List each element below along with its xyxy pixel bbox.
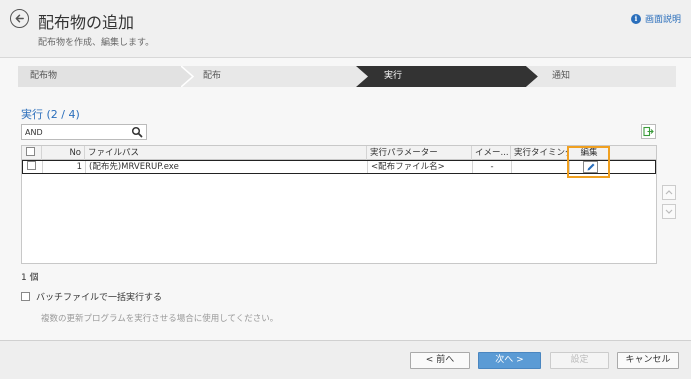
search-icon[interactable] xyxy=(131,126,143,138)
export-button[interactable] xyxy=(641,124,656,139)
column-edit: 編集 xyxy=(580,148,598,158)
step-label: 配布物 xyxy=(30,71,58,81)
execution-table: No ファイルパス 実行パラメーター イメー... 実行タイミング 編集 1 (… xyxy=(21,145,657,264)
item-count: 1 個 xyxy=(21,273,39,283)
row-file-path: (配布先)MRVERUP.exe xyxy=(86,161,368,173)
main-content: 配布物 配布 実行 通知 実行 (2 / 4) No xyxy=(0,58,691,340)
column-image[interactable]: イメー... xyxy=(472,146,511,160)
help-label: 画面説明 xyxy=(644,15,681,25)
step-label: 実行 xyxy=(384,71,403,81)
row-checkbox[interactable] xyxy=(27,161,36,170)
info-icon: i xyxy=(630,13,641,24)
batch-note: 複数の更新プログラムを実行させる場合に使用してください。 xyxy=(41,314,279,324)
export-icon xyxy=(643,126,654,137)
batch-checkbox[interactable] xyxy=(21,292,30,301)
row-checkbox-cell xyxy=(23,161,43,173)
table-header: No ファイルパス 実行パラメーター イメー... 実行タイミング 編集 xyxy=(22,146,656,160)
table-row[interactable]: 1 (配布先)MRVERUP.exe <配布ファイル名> - xyxy=(22,160,656,174)
back-button[interactable] xyxy=(10,9,29,28)
row-exec-params: <配布ファイル名> xyxy=(368,161,473,173)
search-box xyxy=(21,124,147,140)
row-image: - xyxy=(473,161,512,173)
move-down-button[interactable] xyxy=(662,204,676,219)
batch-label: バッチファイルで一括実行する xyxy=(36,293,163,303)
column-exec-params[interactable]: 実行パラメーター xyxy=(367,146,472,160)
page-header: 配布物の追加 配布物を作成、編集します。 i 画面説明 xyxy=(0,0,691,58)
section-title: 実行 (2 / 4) xyxy=(21,108,80,121)
row-exec-timing xyxy=(512,161,570,173)
column-file-path[interactable]: ファイルパス xyxy=(85,146,367,160)
step-notify: 通知 xyxy=(526,66,676,87)
back-arrow-icon xyxy=(15,14,24,23)
step-distribution-item: 配布物 xyxy=(18,66,193,87)
next-button[interactable]: 次へ > xyxy=(478,352,541,369)
set-button[interactable]: 設定 xyxy=(550,352,609,369)
pencil-icon xyxy=(587,163,594,171)
step-label: 通知 xyxy=(552,71,571,81)
prev-button[interactable]: < 前へ xyxy=(410,352,470,369)
footer-bar: < 前へ 次へ > 設定 キャンセル xyxy=(0,340,691,379)
batch-option[interactable]: バッチファイルで一括実行する xyxy=(21,290,162,303)
page-subtitle: 配布物を作成、編集します。 xyxy=(38,38,155,48)
search-input[interactable] xyxy=(22,125,128,139)
row-no: 1 xyxy=(43,161,86,173)
wizard-steps: 配布物 配布 実行 通知 xyxy=(18,66,676,87)
step-execute: 実行 xyxy=(356,66,538,87)
column-no[interactable]: No xyxy=(42,146,85,160)
page-title: 配布物の追加 xyxy=(38,13,135,32)
help-link[interactable]: i 画面説明 xyxy=(630,12,681,25)
column-exec-timing[interactable]: 実行タイミング xyxy=(511,146,569,160)
chevron-down-icon xyxy=(665,209,673,214)
cancel-button[interactable]: キャンセル xyxy=(617,352,679,369)
select-all-checkbox[interactable] xyxy=(26,147,35,156)
chevron-up-icon xyxy=(665,190,673,195)
step-distribution: 配布 xyxy=(181,66,368,87)
step-label: 配布 xyxy=(203,71,222,81)
edit-button[interactable] xyxy=(583,161,598,173)
move-up-button[interactable] xyxy=(662,185,676,200)
select-all-cell xyxy=(22,146,42,160)
